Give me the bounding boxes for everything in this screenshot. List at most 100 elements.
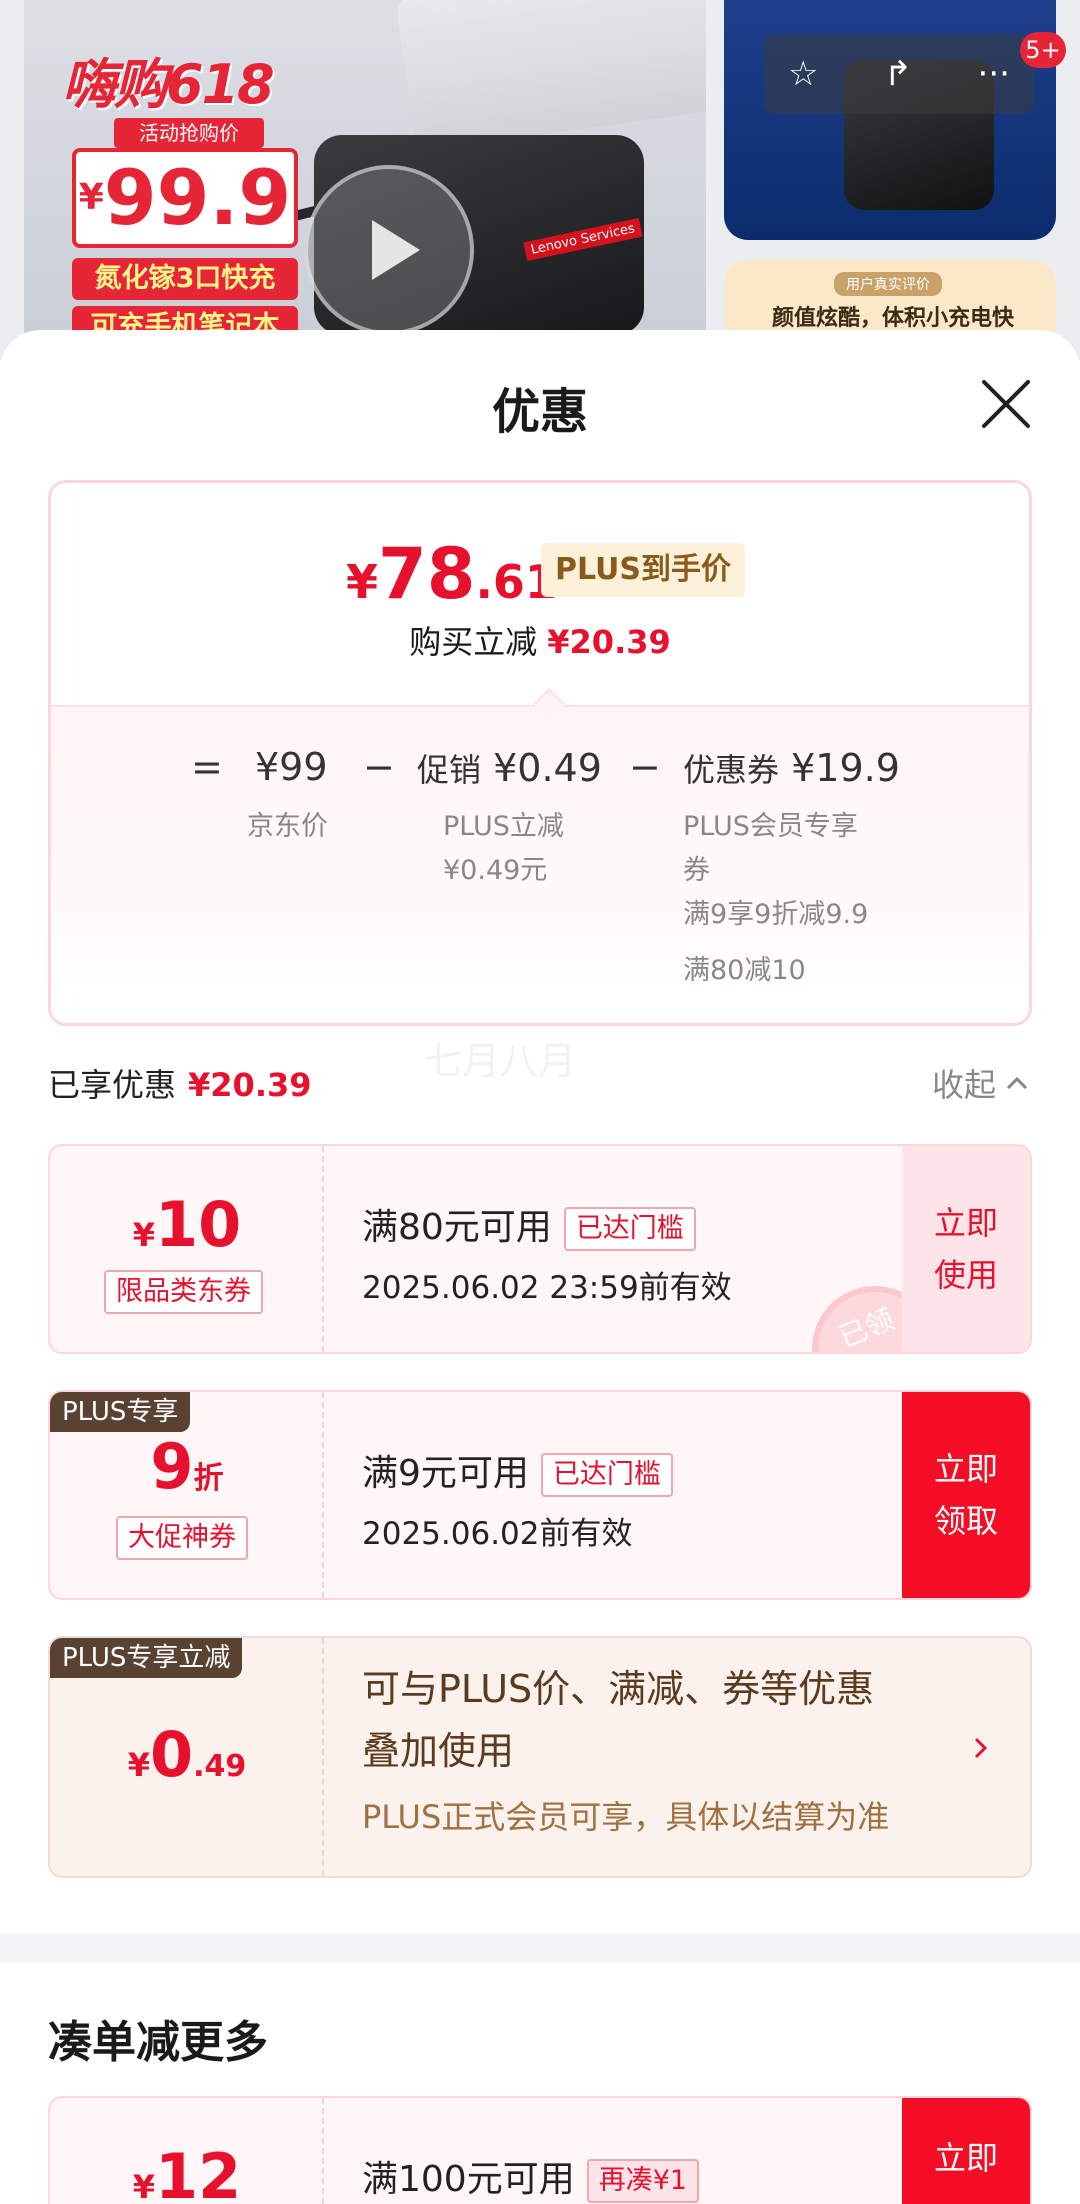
promo-sub-2: ¥0.49元 [443, 855, 548, 886]
plus-member-note: PLUS正式会员可享，具体以结算为准 [362, 1798, 890, 1836]
coupon-amount-value: 9 [150, 1430, 194, 1503]
promo-price-value: 99.9 [103, 153, 292, 242]
side-thumbnail[interactable]: ☆ ↱ ··· [724, 0, 1056, 240]
final-price: ¥78.61 [346, 533, 557, 615]
claim-now-line2: 领取 [933, 1502, 998, 1540]
coupon-card-1: ¥10 限品类东券 满80元可用 已达门槛 2025.06.02 23:59前有效… [48, 1144, 1032, 1354]
brand-label: Lenovo Services [523, 217, 643, 262]
coupon-condition: 满100元可用 再凑¥1 [362, 2150, 700, 2203]
coupon-amount: ¥12 [50, 2140, 324, 2204]
review-text: 颜值炫酷，体积小充电快 [772, 306, 1015, 331]
promo-prefix: 促销 [417, 751, 482, 789]
minus-sign-1: − [363, 745, 395, 789]
sheet-title: 优惠 [491, 384, 588, 440]
coupon-amount-value: 10 [154, 1188, 242, 1261]
more-icon[interactable]: ··· [978, 54, 1010, 94]
product-background: Lenovo Services 嗨购618 活动抢购价 ¥99.9 氮化镓3口快… [0, 0, 1080, 360]
reduce-amount: ¥20.39 [547, 623, 671, 661]
play-icon [372, 220, 420, 280]
plus-price-tag: PLUS到手价 [541, 543, 746, 597]
coupon-amount-suffix: 折 [193, 1461, 224, 1496]
enjoyed-discount-row: 已享优惠 ¥20.39 收起 [48, 1060, 1032, 1120]
phone-image [394, 0, 706, 153]
product-main-image[interactable]: Lenovo Services 嗨购618 活动抢购价 ¥99.9 氮化镓3口快… [24, 0, 706, 360]
coupon-condition: 满9元可用 已达门槛 [362, 1444, 673, 1497]
threshold-tag: 已达门槛 [540, 1453, 673, 1497]
coupon-amount: ¥0.49 [50, 1718, 324, 1791]
coupon-amount-value: 0 [149, 1718, 194, 1791]
coupon-amount: 9折 [50, 1430, 324, 1503]
coupon-prefix: 优惠券 [683, 751, 780, 789]
coupon-type-tag: 限品类东券 [104, 1270, 263, 1314]
final-price-integer: 78 [378, 533, 476, 615]
coupon-condition-text: 满9元可用 [362, 1453, 529, 1494]
coupon-breakdown: 优惠券 ¥19.9 [683, 745, 900, 791]
promo-title: 嗨购618 [62, 53, 275, 116]
promo-price: ¥99.9 [72, 148, 298, 248]
coupon-currency: ¥ [132, 1216, 155, 1254]
promo-tag: 活动抢购价 [114, 118, 264, 148]
collapse-label: 收起 [931, 1066, 996, 1104]
coupon-card-4: ¥12 满100元可用 再凑¥1 立即 [48, 2096, 1032, 2204]
collapse-button[interactable]: 收起 [932, 1060, 1032, 1106]
discount-sheet: 优惠 ¥78.61 PLUS到手价 购买立减 ¥20.39 = ¥99 − 促销 … [0, 330, 1080, 2204]
coupon-sub-1: PLUS会员专享 [683, 811, 858, 842]
plus-reduce-tag: PLUS专享立减 [50, 1638, 243, 1678]
coupon-currency: ¥ [132, 2168, 155, 2204]
coupon-validity: 2025.06.02前有效 [362, 1516, 633, 1552]
claim-now-line1: 立即 [933, 2139, 998, 2177]
promo-currency: ¥ [78, 177, 104, 218]
share-icon[interactable]: ↱ [884, 54, 913, 94]
stack-info-line1: 可与PLUS价、满减、券等优惠 [362, 1667, 875, 1711]
coupon-condition: 满80元可用 已达门槛 [362, 1198, 696, 1251]
coupon-card-2: PLUS专享 9折 大促神券 满9元可用 已达门槛 2025.06.02前有效 立… [48, 1390, 1032, 1600]
promo-value: ¥0.49 [493, 746, 602, 790]
final-price-currency: ¥ [346, 555, 379, 609]
promo-line1: 氮化镓3口快充 [72, 258, 298, 300]
plus-reduce-card[interactable]: PLUS专享立减 ¥0.49 可与PLUS价、满减、券等优惠 叠加使用 PLUS… [48, 1636, 1032, 1878]
jd-price: ¥99 [255, 745, 328, 789]
price-summary-card: ¥78.61 PLUS到手价 购买立减 ¥20.39 = ¥99 − 促销 ¥0.… [48, 480, 1032, 1026]
chevron-right-icon[interactable] [968, 1736, 992, 1760]
add-more-tag: 再凑¥1 [586, 2159, 700, 2203]
stack-info-line2: 叠加使用 [362, 1729, 515, 1773]
coupon-value: ¥19.9 [791, 746, 900, 790]
summary-top: ¥78.61 PLUS到手价 购买立减 ¥20.39 [51, 483, 1029, 705]
minus-sign-2: − [629, 745, 661, 789]
enjoyed-label: 已享优惠 [48, 1066, 177, 1104]
enjoyed-amount: ¥20.39 [188, 1066, 312, 1104]
reduce-label: 购买立减 [409, 623, 538, 661]
coupon-sub-2: 券 [683, 855, 710, 886]
promo-banner: 嗨购618 活动抢购价 ¥99.9 氮化镓3口快充 可充手机笔记本 [54, 22, 304, 348]
coupon-amount-decimal: .49 [193, 1749, 247, 1784]
use-now-button[interactable]: 立即 使用 [902, 1146, 1030, 1352]
section-divider [0, 1934, 1080, 1962]
claim-now-button[interactable]: 立即 领取 [902, 1392, 1030, 1598]
reduce-line: 购买立减 ¥20.39 [51, 617, 1029, 663]
claim-now-button[interactable]: 立即 [902, 2098, 1030, 2204]
coupon-condition-text: 满80元可用 [362, 1207, 552, 1248]
star-icon[interactable]: ☆ [788, 54, 818, 94]
equals-sign: = [191, 745, 223, 789]
close-icon[interactable] [978, 376, 1034, 432]
floating-toolbar: ☆ ↱ ··· [764, 34, 1034, 114]
jd-price-label: 京东价 [247, 811, 328, 842]
chevron-up-icon [1006, 1076, 1028, 1090]
cart-badge: 5+ [1020, 32, 1066, 68]
review-tag: 用户真实评价 [834, 272, 942, 296]
use-now-line1: 立即 [933, 1204, 998, 1242]
use-now-line2: 使用 [933, 1256, 998, 1294]
coupon-amount: ¥10 [50, 1188, 324, 1261]
video-play-button[interactable] [304, 165, 474, 335]
threshold-tag: 已达门槛 [563, 1207, 696, 1251]
promo-breakdown: 促销 ¥0.49 [417, 745, 602, 791]
coupon-condition-text: 满100元可用 [362, 2159, 575, 2200]
plus-exclusive-tag: PLUS专享 [50, 1392, 191, 1432]
coupon-type-tag: 大促神券 [116, 1516, 248, 1560]
claim-now-line1: 立即 [933, 1450, 998, 1488]
coupon-validity: 2025.06.02 23:59前有效 [362, 1270, 732, 1306]
coupon-amount-value: 12 [154, 2140, 242, 2204]
promo-sub-1: PLUS立减 [443, 811, 564, 842]
more-section-title: 凑单减更多 [48, 2017, 268, 2068]
coupon-sub-3: 满9享9折减9.9 [683, 899, 869, 930]
